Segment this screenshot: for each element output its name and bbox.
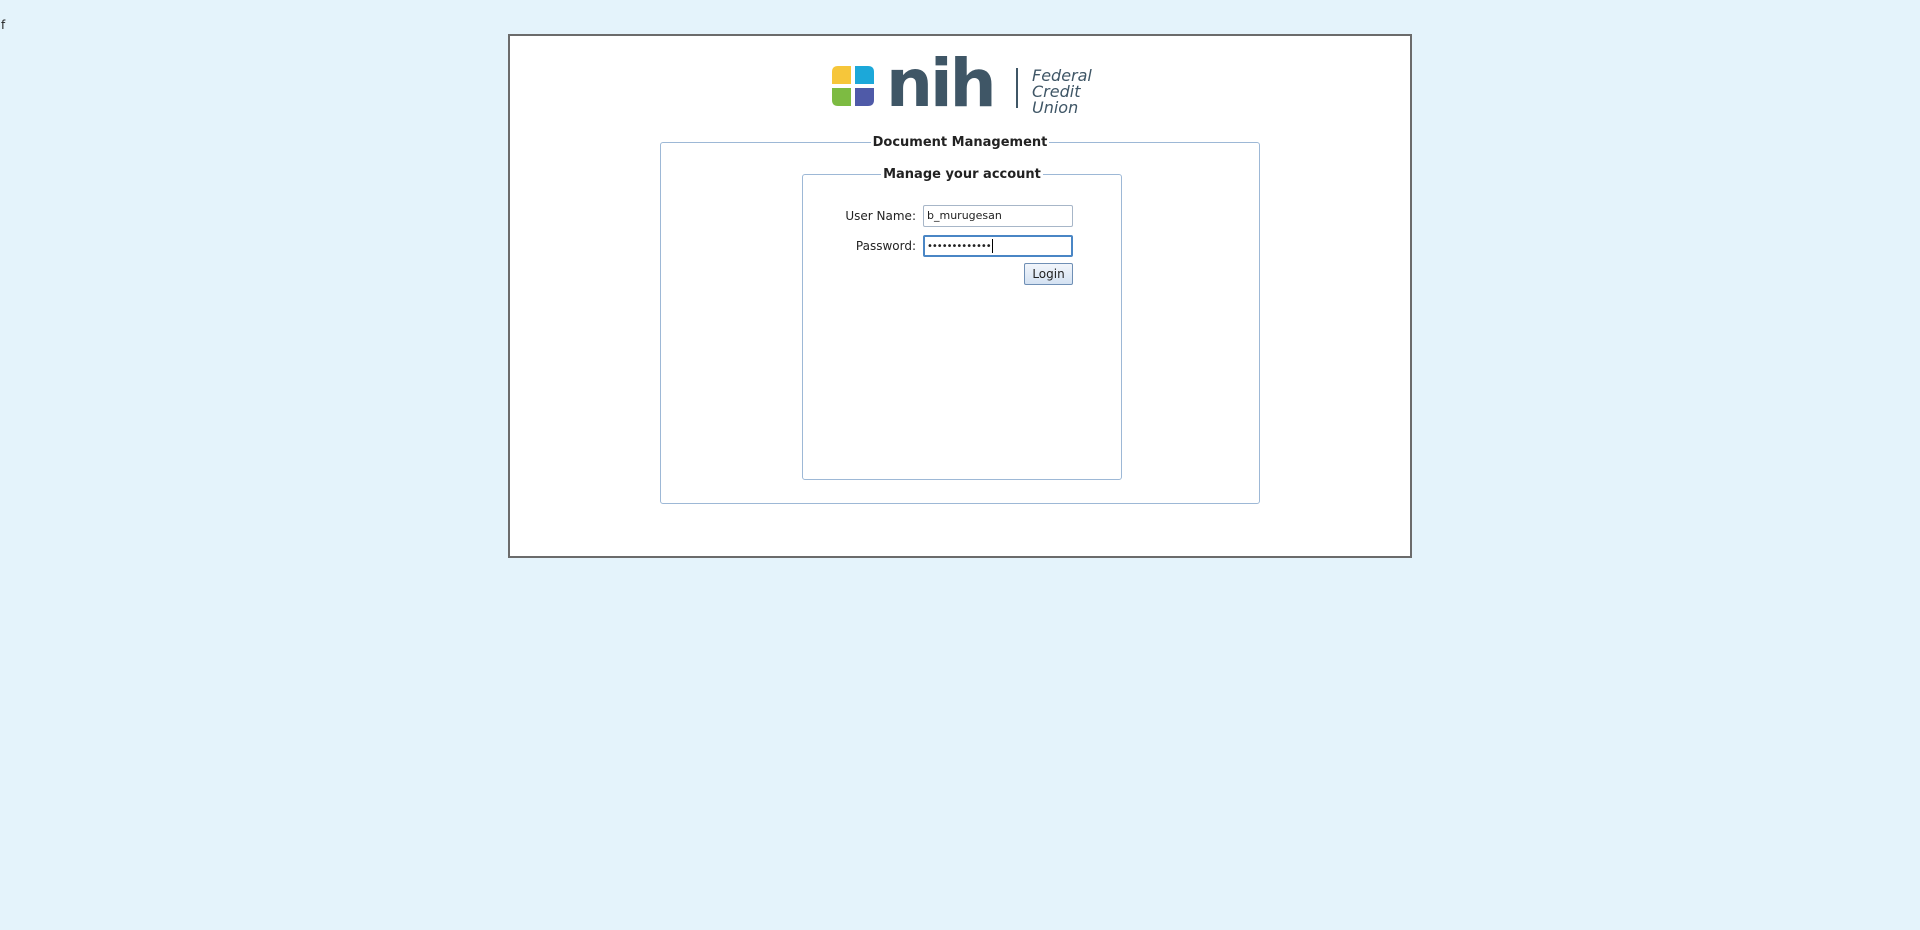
logo-tiles-icon (832, 66, 874, 106)
logo-wordmark: nih (886, 46, 994, 118)
password-row: Password: ••••••••••••• (803, 235, 1121, 257)
username-input[interactable]: b_murugesan (923, 205, 1073, 227)
login-button[interactable]: Login (1024, 263, 1073, 285)
document-management-fieldset: Document Management Manage your account … (660, 135, 1260, 504)
main-frame: nih Federal Credit Union Document Manage… (508, 34, 1412, 558)
stray-text: f (1, 18, 6, 32)
text-caret (991, 239, 993, 253)
manage-account-legend: Manage your account (881, 167, 1043, 182)
document-management-legend: Document Management (870, 135, 1050, 150)
password-mask: ••••••••••••• (927, 241, 992, 252)
manage-account-fieldset: Manage your account User Name: b_muruges… (802, 167, 1122, 480)
nih-fcu-logo: nih Federal Credit Union (830, 46, 1100, 118)
svg-text:Union: Union (1032, 98, 1078, 117)
username-row: User Name: b_murugesan (803, 205, 1121, 227)
password-label: Password: (855, 239, 916, 253)
username-label: User Name: (845, 209, 916, 223)
password-input[interactable]: ••••••••••••• (923, 235, 1073, 257)
